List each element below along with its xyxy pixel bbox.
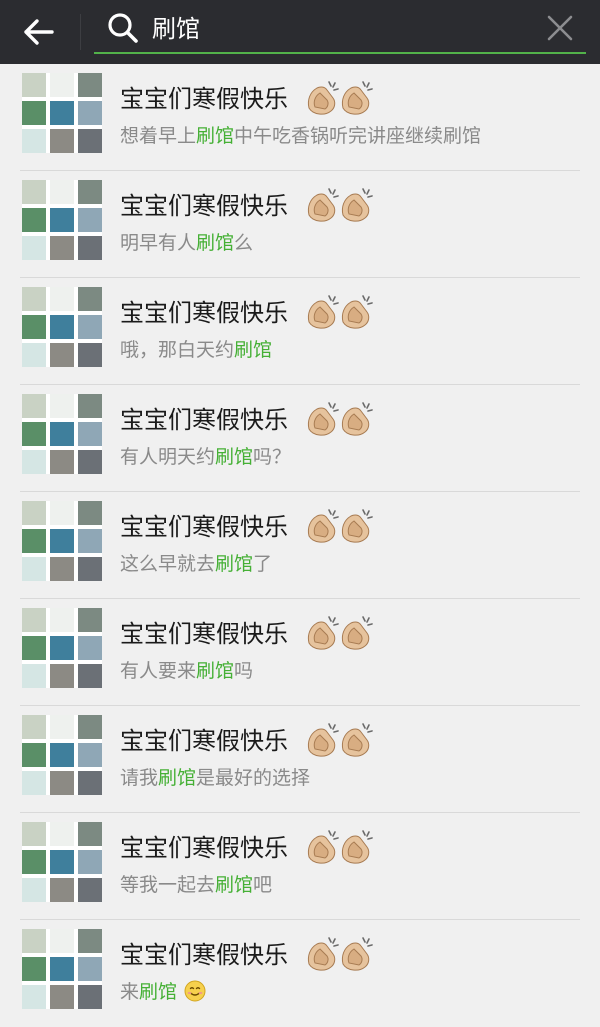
clapping-hands-icon xyxy=(307,830,373,864)
snippet-match: 刷馆 xyxy=(215,553,254,575)
clapping-hands-icon xyxy=(307,295,373,329)
search-results-list: 宝宝们寒假快乐 想着早上刷馆中午吃香锅听完讲座继续刷馆 宝宝们寒假快乐 明早有人… xyxy=(0,64,600,1027)
group-avatar-icon xyxy=(22,929,102,1009)
snippet-before: 想着早上 xyxy=(120,125,197,147)
result-row[interactable]: 宝宝们寒假快乐 哦，那白天约刷馆 xyxy=(0,278,600,385)
clapping-hands-icon xyxy=(307,723,373,757)
clapping-hands-icon xyxy=(307,616,373,650)
message-snippet: 等我一起去刷馆吧 xyxy=(120,872,272,898)
clapping-hands-icon xyxy=(307,937,373,971)
group-avatar-icon xyxy=(22,73,102,153)
message-snippet: 来刷馆 xyxy=(120,979,206,1005)
clapping-hands-icon xyxy=(307,81,373,115)
group-avatar-icon xyxy=(22,715,102,795)
message-snippet: 这么早就去刷馆了 xyxy=(120,551,272,577)
snippet-before: 明早有人 xyxy=(120,232,197,254)
chat-title: 宝宝们寒假快乐 xyxy=(120,85,288,113)
snippet-before: 等我一起去 xyxy=(120,874,216,896)
result-row[interactable]: 宝宝们寒假快乐 明早有人刷馆么 xyxy=(0,171,600,278)
message-snippet: 哦，那白天约刷馆 xyxy=(120,337,272,363)
chat-title: 宝宝们寒假快乐 xyxy=(120,727,288,755)
chat-title: 宝宝们寒假快乐 xyxy=(120,299,288,327)
message-snippet: 明早有人刷馆么 xyxy=(120,230,253,256)
chat-title: 宝宝们寒假快乐 xyxy=(120,513,288,541)
clear-button[interactable] xyxy=(544,12,576,44)
chat-title: 宝宝们寒假快乐 xyxy=(120,834,288,862)
group-avatar-icon xyxy=(22,394,102,474)
message-snippet: 想着早上刷馆中午吃香锅听完讲座继续刷馆 xyxy=(120,123,481,149)
message-snippet: 有人明天约刷馆吗？ xyxy=(120,444,291,470)
snippet-before: 请我 xyxy=(120,767,159,789)
snippet-match: 刷馆 xyxy=(234,339,273,361)
snippet-match: 刷馆 xyxy=(158,767,197,789)
message-snippet: 请我刷馆是最好的选择 xyxy=(120,765,310,791)
back-arrow-icon xyxy=(24,19,54,45)
header-divider xyxy=(80,14,81,50)
clapping-hands-icon xyxy=(307,402,373,436)
snippet-match: 刷馆 xyxy=(196,125,235,147)
group-avatar-icon xyxy=(22,822,102,902)
clapping-hands-icon xyxy=(307,188,373,222)
snippet-before: 有人明天约 xyxy=(120,446,216,468)
clapping-hands-icon xyxy=(307,509,373,543)
group-avatar-icon xyxy=(22,501,102,581)
snippet-before: 有人要来 xyxy=(120,660,197,682)
snippet-match: 刷馆 xyxy=(196,660,235,682)
snippet-after: 吗？ xyxy=(253,446,292,468)
chat-title: 宝宝们寒假快乐 xyxy=(120,941,288,969)
snippet-after: 吗 xyxy=(234,660,254,682)
snippet-before: 这么早就去 xyxy=(120,553,216,575)
result-row[interactable]: 宝宝们寒假快乐 想着早上刷馆中午吃香锅听完讲座继续刷馆 xyxy=(0,64,600,171)
group-avatar-icon xyxy=(22,287,102,367)
result-row[interactable]: 宝宝们寒假快乐 有人明天约刷馆吗？ xyxy=(0,385,600,492)
group-avatar-icon xyxy=(22,180,102,260)
chat-title: 宝宝们寒假快乐 xyxy=(120,406,288,434)
smile-icon xyxy=(184,980,206,1002)
snippet-after: 了 xyxy=(253,553,273,575)
result-row[interactable]: 宝宝们寒假快乐 等我一起去刷馆吧 xyxy=(0,813,600,920)
top-bar: 刷馆 xyxy=(0,0,600,64)
clear-icon xyxy=(547,15,573,41)
snippet-before: 来 xyxy=(120,981,140,1003)
snippet-match: 刷馆 xyxy=(196,232,235,254)
snippet-match: 刷馆 xyxy=(215,446,254,468)
snippet-after: 中午吃香锅听完讲座继续刷馆 xyxy=(234,125,482,147)
result-row[interactable]: 宝宝们寒假快乐 来刷馆 xyxy=(0,920,600,1027)
search-icon xyxy=(108,13,138,43)
snippet-match: 刷馆 xyxy=(139,981,178,1003)
chat-title: 宝宝们寒假快乐 xyxy=(120,620,288,648)
snippet-after: 吧 xyxy=(253,874,273,896)
snippet-before: 哦，那白天约 xyxy=(120,339,235,361)
result-row[interactable]: 宝宝们寒假快乐 请我刷馆是最好的选择 xyxy=(0,706,600,813)
snippet-after: 是最好的选择 xyxy=(196,767,311,789)
chat-title: 宝宝们寒假快乐 xyxy=(120,192,288,220)
snippet-after: 么 xyxy=(234,232,254,254)
snippet-match: 刷馆 xyxy=(215,874,254,896)
back-button[interactable] xyxy=(18,12,62,52)
search-input[interactable]: 刷馆 xyxy=(152,14,200,44)
result-row[interactable]: 宝宝们寒假快乐 有人要来刷馆吗 xyxy=(0,599,600,706)
result-row[interactable]: 宝宝们寒假快乐 这么早就去刷馆了 xyxy=(0,492,600,599)
message-snippet: 有人要来刷馆吗 xyxy=(120,658,253,684)
group-avatar-icon xyxy=(22,608,102,688)
search-field[interactable]: 刷馆 xyxy=(94,8,586,54)
